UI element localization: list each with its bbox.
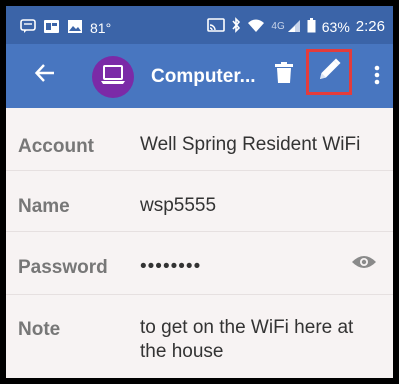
field-name[interactable]: Name wsp5555 — [6, 171, 393, 231]
field-label: Name — [18, 196, 70, 217]
note-line-2: the house — [140, 341, 224, 362]
app-screen: 81° 4G 63% 2:26 Computer... Account Well… — [6, 6, 393, 378]
edit-button[interactable] — [306, 49, 352, 95]
signal-icon — [287, 18, 301, 36]
field-label: Account — [18, 136, 94, 157]
trash-icon[interactable] — [275, 62, 293, 89]
field-password[interactable]: Password •••••••• — [6, 232, 393, 294]
battery-percent: 63% — [321, 18, 350, 35]
wifi-icon — [247, 18, 265, 36]
bluetooth-icon — [231, 17, 241, 36]
page-title: Computer... — [151, 66, 256, 87]
back-arrow-icon[interactable] — [34, 62, 56, 89]
status-right: 4G 63% 2:26 — [207, 17, 385, 36]
field-label: Note — [18, 319, 61, 340]
password-value: •••••••• — [140, 256, 202, 277]
laptop-icon — [100, 64, 126, 91]
field-label: Password — [18, 257, 108, 278]
app-bar: Computer... — [6, 44, 393, 108]
cast-icon — [207, 17, 226, 36]
field-value: wsp5555 — [140, 195, 217, 216]
field-value: Well Spring Resident WiFi — [140, 134, 361, 155]
more-vert-icon[interactable] — [374, 65, 380, 90]
field-note[interactable]: Note to get on the WiFi here at the hous… — [6, 295, 393, 378]
image-icon — [67, 19, 83, 37]
eye-icon[interactable] — [351, 254, 377, 275]
notification-icon — [43, 19, 60, 37]
note-line-1: to get on the WiFi here at — [140, 317, 354, 338]
pencil-icon — [316, 57, 342, 88]
message-icon — [20, 18, 36, 37]
temperature-text: 81° — [90, 19, 112, 36]
network-text: 4G — [271, 21, 285, 32]
field-account[interactable]: Account Well Spring Resident WiFi — [6, 108, 393, 170]
battery-icon — [307, 17, 316, 36]
status-bar: 81° 4G 63% 2:26 — [6, 6, 393, 44]
clock-time: 2:26 — [355, 18, 385, 35]
status-left: 81° — [20, 18, 111, 37]
avatar — [92, 56, 134, 98]
